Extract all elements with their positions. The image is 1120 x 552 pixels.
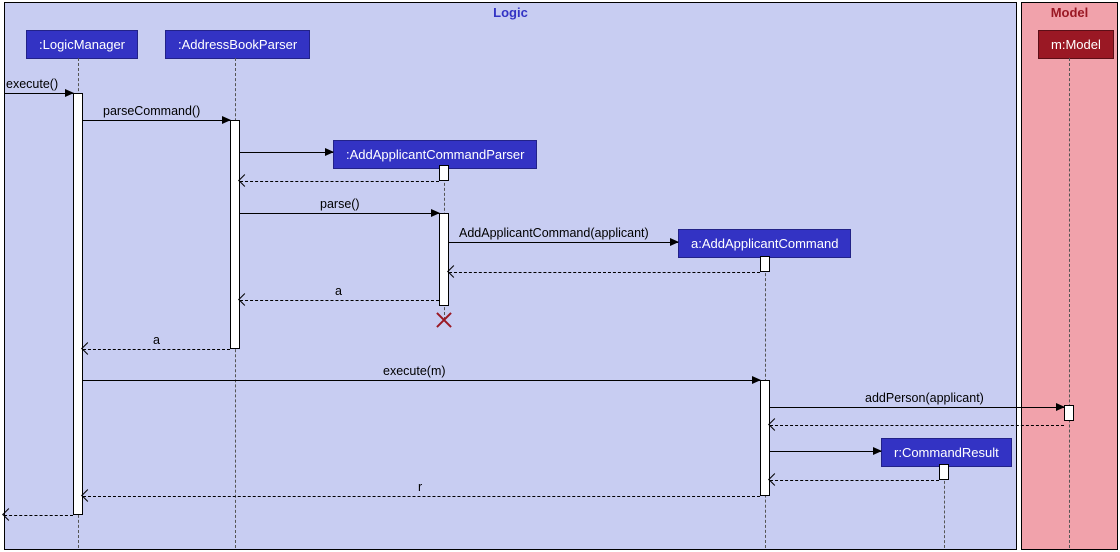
participant-add-applicant-command: a:AddApplicantCommand [678,229,851,258]
lifeline-model [1069,58,1070,548]
msg-add-person-label: addPerson(applicant) [865,391,984,405]
msg-return-a-2-label: a [153,333,160,347]
activation-cr [939,464,949,480]
activation-logic-manager [73,93,83,515]
activation-model [1064,405,1074,421]
participant-add-applicant-command-parser: :AddApplicantCommandParser [333,140,537,169]
msg-return-r-label: r [418,480,422,494]
activation-address-book-parser [230,120,240,349]
model-region-label: Model [1051,5,1089,20]
participant-address-book-parser: :AddressBookParser [165,30,310,59]
destroy-icon [434,310,454,330]
msg-execute-label: execute() [6,77,58,91]
activation-aacp-parse [439,213,449,306]
msg-return-a-1-label: a [335,284,342,298]
activation-aac-create [760,256,770,272]
logic-region-label: Logic [493,5,528,20]
participant-command-result: r:CommandResult [881,438,1012,467]
msg-execute-m-label: execute(m) [383,364,446,378]
msg-parse-label: parse() [320,197,360,211]
participant-model: m:Model [1038,30,1114,59]
participant-logic-manager: :LogicManager [26,30,138,59]
activation-aacp-create [439,165,449,181]
logic-region: Logic [4,2,1017,550]
msg-create-aac-label: AddApplicantCommand(applicant) [459,226,649,240]
msg-parse-command-label: parseCommand() [103,104,200,118]
